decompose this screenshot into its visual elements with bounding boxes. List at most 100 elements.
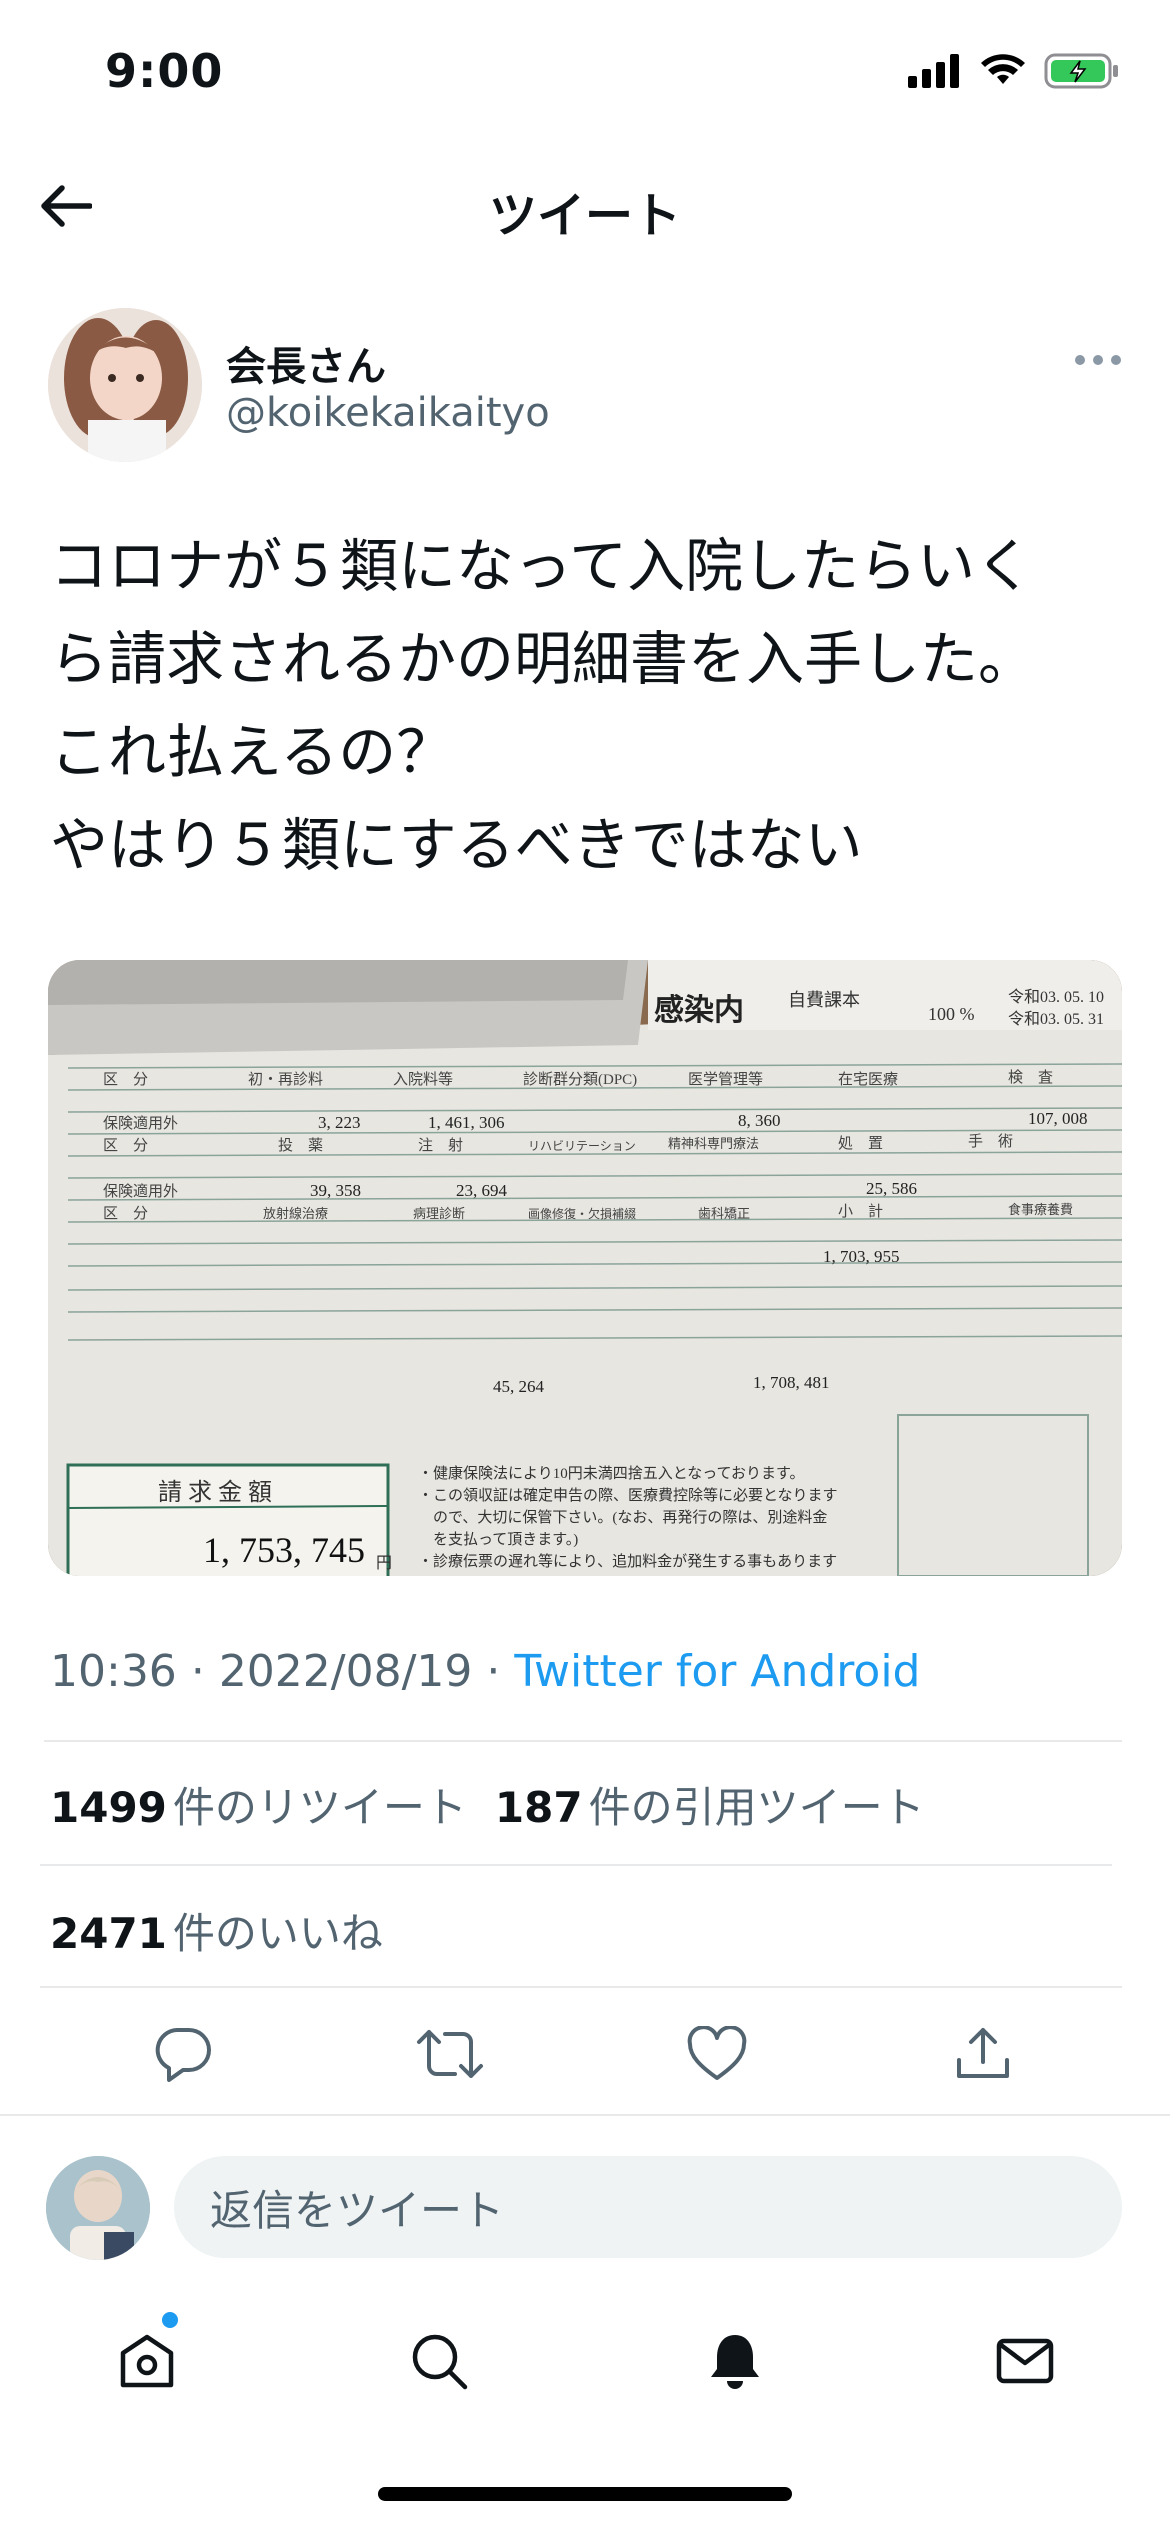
bill-r2-0: 保険適用外 [103,1182,178,1200]
quotes-count: 187 [494,1783,583,1832]
retweets-stat[interactable]: 1499 件のリツイート [50,1774,467,1835]
tweet-actions [0,2010,1170,2098]
bill-h2-6: 手 術 [968,1133,1013,1150]
page-title: ツイート [488,188,681,244]
tweet-image[interactable]: 感染内 自費課本 100 % 令和03. 05. 10 令和03. 05. 31… [48,960,1122,1576]
quotes-stat[interactable]: 187 件の引用ツイート [495,1774,925,1835]
bill-h2-3: リハビリテーション [528,1139,636,1153]
bill-note-3: を支払って頂きます。) [418,1531,578,1548]
bill-r1-0: 保険適用外 [103,1114,178,1132]
reply-input[interactable]: 返信をツイート [174,2156,1122,2258]
bill-h3-5: 小 計 [838,1203,883,1220]
bill-h1-6: 検 査 [1008,1069,1053,1086]
bill-date-start: 令和03. 05. 10 [1008,988,1104,1006]
likes-stat[interactable]: 2471 件のいいね [50,1900,383,1961]
messages-icon [996,2338,1054,2384]
likes-label: 件のいいね [172,1909,383,1958]
tweet-source-link[interactable]: Twitter for Android [514,1646,920,1697]
reply-icon [155,2028,211,2082]
bill-h3-2: 病理診断 [413,1206,465,1221]
nav-search[interactable] [394,2316,484,2406]
meta-separator: · [190,1646,205,1697]
author-avatar[interactable] [48,308,202,462]
signal-icon [908,54,959,88]
author-handle[interactable]: @koikekaikaityo [226,390,550,436]
bill-h3-4: 歯科矯正 [698,1206,750,1221]
bill-photo: 感染内 自費課本 100 % 令和03. 05. 10 令和03. 05. 31… [48,960,1122,1576]
bill-r1-2: 1, 461, 306 [428,1113,505,1132]
like-icon [687,2026,747,2080]
home-icon [120,2334,174,2388]
bill-r1-6: 107, 008 [1028,1109,1088,1128]
wifi-icon [981,54,1025,84]
retweets-label: 件のリツイート [172,1783,467,1832]
reply-placeholder: 返信をツイート [210,2185,505,2235]
like-button[interactable] [672,2010,762,2098]
avatar-illustration [46,2156,150,2260]
quotes-label: 件の引用ツイート [588,1783,925,1832]
share-icon [957,2028,1009,2078]
bill-h1-4: 医学管理等 [688,1070,763,1088]
bill-date-end: 令和03. 05. 31 [1008,1010,1104,1028]
bill-note-4: ・診療伝票の遅れ等により、追加料金が発生する事もあります [418,1552,837,1570]
tweet-date: 2022/08/19 [218,1646,473,1697]
bill-h2-1: 投 薬 [278,1137,323,1154]
bill-r1-1: 3, 223 [318,1113,361,1132]
tweet-time: 10:36 [50,1646,177,1697]
bill-h2-2: 注 射 [418,1137,463,1154]
bill-note-0: ・健康保険法により10円未満四捨五入となっております。 [418,1464,805,1482]
status-time: 9:00 [105,44,224,98]
bill-header-sub: 自費課本 [788,990,860,1010]
bill-h1-0: 区 分 [103,1071,148,1088]
bill-r1-4: 8, 360 [738,1111,781,1130]
bill-meal: 45, 264 [493,1377,545,1396]
bill-h3-1: 放射線治療 [263,1206,328,1221]
current-user-avatar[interactable] [46,2156,150,2260]
bill-r2-2: 23, 694 [456,1181,508,1200]
reply-button[interactable] [138,2010,228,2098]
nav-notifications[interactable] [690,2316,780,2406]
bill-h1-3: 診断群分類(DPC) [523,1071,637,1088]
bill-h3-0: 区 分 [103,1205,148,1222]
more-icon [1075,355,1121,365]
bill-h2-5: 処 置 [838,1135,883,1152]
notifications-icon [711,2335,759,2389]
bill-header-label: 感染内 [654,994,744,1027]
tweet-text: コロナが５類になって入院したらいく ら請求されるかの明細書を入手した。 これ払え… [50,532,1037,879]
tweet-meta: 10:36 · 2022/08/19 · Twitter for Android [50,1646,920,1697]
retweet-button[interactable] [405,2010,495,2098]
nav-messages[interactable] [980,2316,1070,2406]
nav-home[interactable] [102,2316,192,2406]
likes-count: 2471 [50,1909,167,1958]
more-button[interactable] [1068,345,1128,375]
bill-note-1: ・この領収証は確定申告の際、医療費控除等に必要となります [418,1486,838,1504]
battery-charging-icon [1044,53,1118,89]
divider [40,1864,1112,1866]
bill-billing-label: 請 求 金 額 [158,1479,272,1506]
bill-r2-5: 25, 586 [866,1179,917,1198]
divider [40,1986,1122,1988]
bill-h2-0: 区 分 [103,1137,148,1154]
home-indicator [378,2487,792,2501]
meta-separator: · [486,1646,501,1697]
bill-h2-4: 精神科専門療法 [668,1136,759,1151]
bill-r2-1: 39, 358 [310,1181,361,1200]
author-name[interactable]: 会長さん [226,334,386,392]
divider [0,2114,1170,2116]
bill-h3-6: 食事療養費 [1008,1202,1073,1217]
bill-billing-total: 1, 753, 745 [203,1530,365,1570]
stats-row: 1499 件のリツイート 187 件の引用ツイート [50,1774,925,1835]
bill-out-of-insurance: 1, 708, 481 [753,1373,830,1392]
bill-h1-5: 在宅医療 [838,1071,898,1088]
bill-h1-2: 入院料等 [393,1070,453,1088]
retweets-count: 1499 [50,1783,167,1832]
home-notification-dot [162,2312,178,2328]
status-icons [908,52,1120,90]
share-button[interactable] [938,2010,1028,2098]
divider [44,1740,1122,1742]
bill-h1-1: 初・再診料 [248,1071,323,1088]
avatar-photo [48,308,202,462]
retweet-icon [417,2030,483,2078]
bill-rate: 100 % [928,1004,975,1024]
bill-subtotal: 1, 703, 955 [823,1247,900,1266]
